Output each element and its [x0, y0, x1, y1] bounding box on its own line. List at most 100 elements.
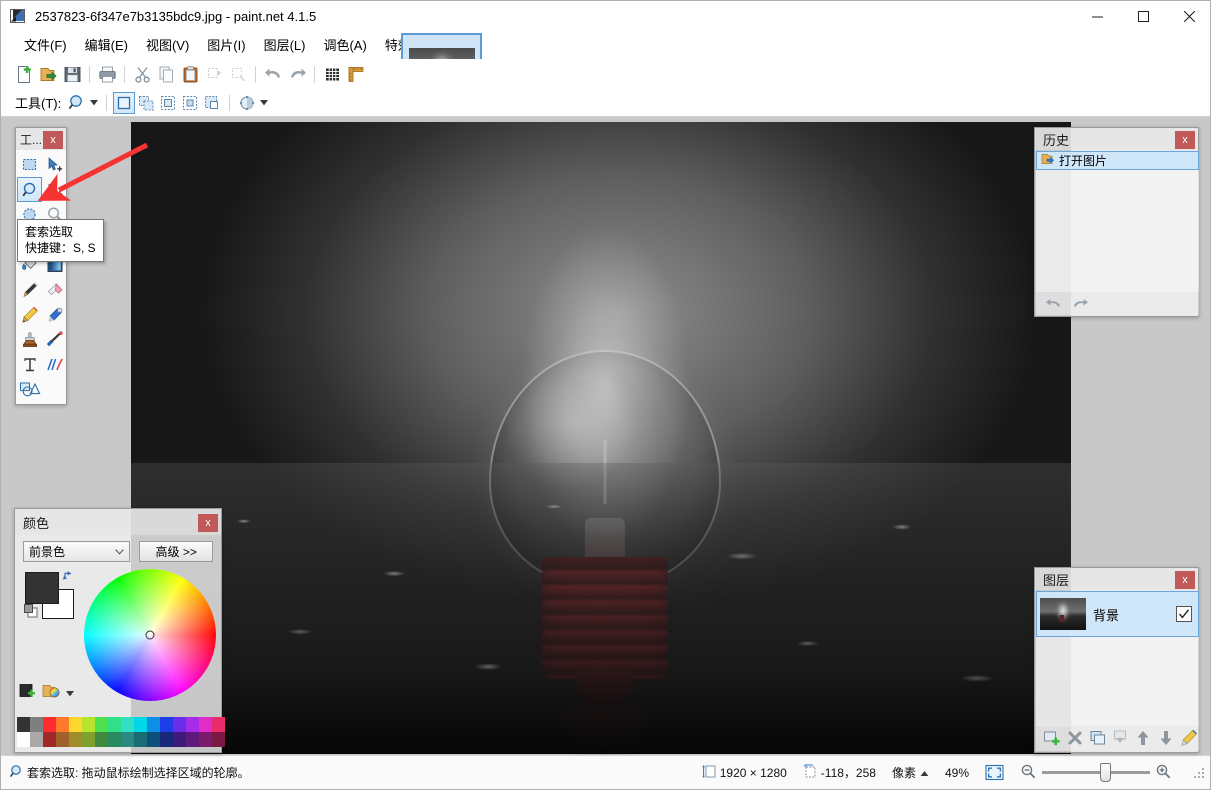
palette-swatch[interactable] [160, 732, 173, 747]
palette-swatch[interactable] [160, 717, 173, 732]
close-button[interactable] [1166, 1, 1210, 31]
history-undo-button[interactable] [1043, 293, 1065, 313]
current-tool-button[interactable] [66, 92, 88, 114]
selection-mode-xor[interactable] [201, 92, 223, 114]
palette-swatch[interactable] [56, 717, 69, 732]
resize-grip-icon[interactable] [1192, 766, 1206, 780]
zoom-out-icon[interactable] [1020, 763, 1037, 783]
tool-clone-stamp[interactable] [17, 327, 42, 352]
layer-item-background[interactable]: 背景 [1036, 591, 1199, 637]
tool-lasso-select[interactable] [17, 177, 42, 202]
paste-button[interactable] [178, 62, 202, 86]
zoom-slider-track[interactable] [1042, 763, 1150, 782]
copy-button[interactable] [154, 62, 178, 86]
palette-swatch[interactable] [30, 732, 43, 747]
open-palette-icon[interactable] [42, 683, 60, 703]
palette-swatch[interactable] [199, 732, 212, 747]
pixel-grid-button[interactable] [320, 62, 344, 86]
tool-rectangle-select[interactable] [17, 152, 42, 177]
color-wheel[interactable] [84, 569, 216, 701]
delete-layer-button[interactable] [1065, 727, 1085, 749]
layers-panel-titlebar[interactable]: 图层 x [1035, 568, 1198, 590]
crop-to-selection-button[interactable] [202, 62, 226, 86]
palette-swatch[interactable] [43, 717, 56, 732]
palette-swatch[interactable] [121, 732, 134, 747]
add-to-palette-icon[interactable] [19, 683, 36, 703]
palette-swatch[interactable] [30, 717, 43, 732]
tools-panel-titlebar[interactable]: 工... x [16, 128, 66, 150]
foreground-color-swatch[interactable] [25, 572, 59, 604]
color-mode-select[interactable]: 前景色 [23, 541, 131, 562]
open-button[interactable] [36, 62, 60, 86]
palette-swatch[interactable] [95, 732, 108, 747]
color-wheel-cursor[interactable] [145, 630, 155, 640]
zoom-slider-thumb[interactable] [1100, 763, 1111, 782]
tool-eraser[interactable] [42, 277, 67, 302]
palette-swatch[interactable] [134, 732, 147, 747]
palette-swatch[interactable] [134, 717, 147, 732]
palette-swatch[interactable] [199, 717, 212, 732]
history-redo-button[interactable] [1069, 293, 1091, 313]
history-item-open-image[interactable]: 打开图片 [1036, 151, 1199, 170]
tools-panel-close[interactable]: x [43, 131, 63, 149]
antialias-dropdown-caret[interactable] [258, 93, 270, 113]
palette-swatch[interactable] [82, 717, 95, 732]
maximize-button[interactable] [1120, 1, 1166, 31]
palette-swatch[interactable] [69, 732, 82, 747]
tool-shapes[interactable] [17, 377, 42, 402]
colors-panel-titlebar[interactable]: 颜色 x [15, 509, 221, 535]
palette-dropdown-caret[interactable] [66, 686, 74, 700]
minimize-button[interactable] [1074, 1, 1120, 31]
tool-text[interactable] [17, 352, 42, 377]
duplicate-layer-button[interactable] [1088, 727, 1108, 749]
redo-button[interactable] [285, 62, 309, 86]
palette-swatch[interactable] [147, 717, 160, 732]
selection-mode-intersect[interactable] [179, 92, 201, 114]
menu-edit[interactable]: 编辑(E) [76, 33, 137, 58]
menu-layers[interactable]: 图层(L) [255, 33, 315, 58]
history-list[interactable]: 打开图片 [1036, 151, 1199, 292]
palette-swatch[interactable] [17, 717, 30, 732]
layers-list[interactable]: 背景 [1036, 591, 1199, 726]
menu-view[interactable]: 视图(V) [137, 33, 198, 58]
zoom-in-icon[interactable] [1155, 763, 1172, 783]
merge-layer-down-button[interactable] [1111, 727, 1131, 749]
tool-paintbrush[interactable] [17, 277, 42, 302]
tool-recolor[interactable] [42, 327, 67, 352]
menu-image[interactable]: 图片(I) [198, 33, 254, 58]
palette-swatch[interactable] [212, 732, 225, 747]
selection-mode-exclude[interactable] [157, 92, 179, 114]
tool-color-picker[interactable] [42, 302, 67, 327]
palette-swatch[interactable] [212, 717, 225, 732]
tool-dropdown-caret[interactable] [88, 93, 100, 113]
palette-swatch[interactable] [147, 732, 160, 747]
menu-adjustments[interactable]: 调色(A) [314, 33, 375, 58]
lightbulb-photo[interactable] [131, 122, 1071, 756]
add-layer-button[interactable] [1042, 727, 1062, 749]
palette-swatch[interactable] [108, 732, 121, 747]
reset-colors-icon[interactable] [23, 603, 39, 622]
layers-panel-close[interactable]: x [1175, 571, 1195, 589]
antialiasing-button[interactable] [236, 92, 258, 114]
deselect-all-button[interactable] [226, 62, 250, 86]
selection-mode-replace[interactable] [113, 91, 136, 114]
rulers-button[interactable] [344, 62, 368, 86]
tool-line-curve[interactable] [42, 352, 67, 377]
palette-swatch[interactable] [173, 717, 186, 732]
palette-swatch[interactable] [108, 717, 121, 732]
selection-mode-union[interactable] [135, 92, 157, 114]
palette-swatch[interactable] [186, 717, 199, 732]
palette-swatch[interactable] [121, 717, 134, 732]
units-caret-icon[interactable] [920, 766, 929, 780]
new-button[interactable] [12, 62, 36, 86]
palette-swatch[interactable] [186, 732, 199, 747]
print-button[interactable] [95, 62, 119, 86]
swap-colors-icon[interactable] [62, 569, 75, 585]
palette-swatch[interactable] [173, 732, 186, 747]
menu-file[interactable]: 文件(F) [15, 33, 76, 58]
palette-swatch[interactable] [82, 732, 95, 747]
palette-swatch[interactable] [56, 732, 69, 747]
undo-button[interactable] [261, 62, 285, 86]
history-panel-titlebar[interactable]: 历史 x [1035, 128, 1198, 150]
zoom-slider-group[interactable] [1020, 763, 1172, 783]
